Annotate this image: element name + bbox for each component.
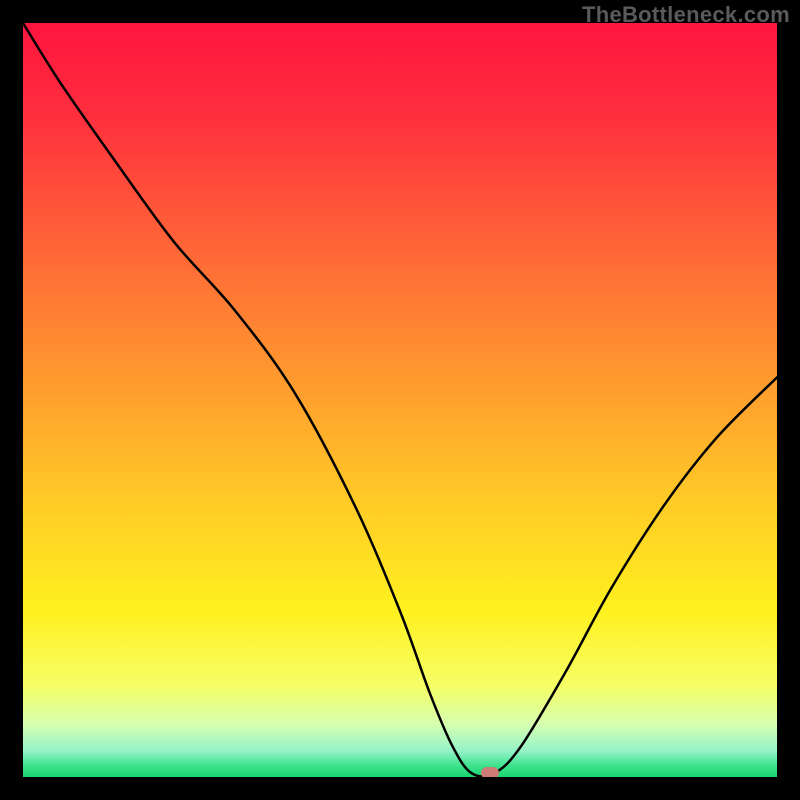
chart-frame: TheBottleneck.com [0, 0, 800, 800]
watermark-text: TheBottleneck.com [582, 2, 790, 28]
plot-area [23, 23, 777, 777]
optimal-point-marker [481, 767, 499, 777]
bottleneck-curve [23, 23, 777, 777]
